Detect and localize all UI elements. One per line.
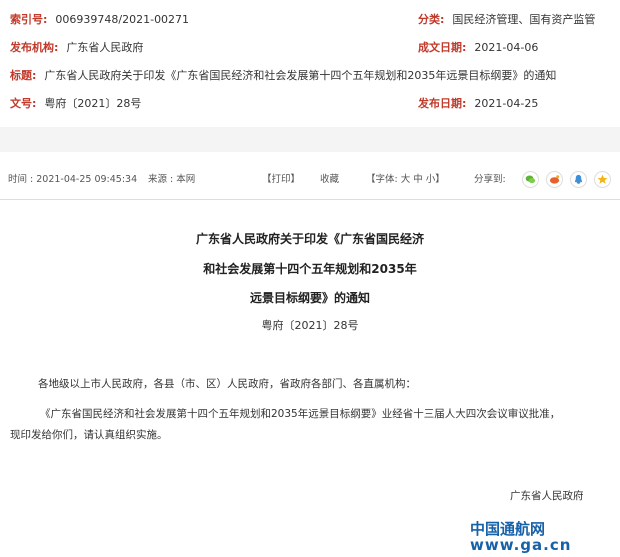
meta-created-label: 成文日期:: [418, 41, 467, 54]
meta-title-row: 标题: 广东省人民政府关于印发《广东省国民经济和社会发展第十四个五年规划和2035…: [10, 66, 556, 86]
meta-created-row: 成文日期: 2021-04-06: [418, 38, 538, 58]
watermark-logo: 中国通航网 www.ga.cn: [470, 518, 618, 556]
favorite-star-icon[interactable]: [594, 171, 611, 188]
meta-published-row: 发布日期: 2021-04-25: [418, 94, 538, 114]
body-paragraph-line-2: 现印发给你们，请认真组织实施。: [10, 429, 168, 441]
article-title-line-3: 远景目标纲要》的通知: [249, 291, 370, 305]
document-number: 粤府〔2021〕28号: [261, 319, 359, 332]
meta-issuer-value: 广东省人民政府: [66, 41, 144, 54]
meta-docno-value: 粤府〔2021〕28号: [44, 97, 142, 110]
meta-published-value: 2021-04-25: [474, 97, 539, 110]
meta-published-label: 发布日期:: [418, 97, 467, 110]
share-label: 分享到:: [474, 174, 506, 185]
meta-title-label: 标题:: [10, 69, 37, 82]
meta-issuer-label: 发布机构:: [10, 41, 59, 54]
article-title-line-2: 和社会发展第十四个五年规划和2035年: [203, 262, 417, 276]
meta-created-value: 2021-04-06: [474, 41, 539, 54]
divider: [0, 199, 620, 200]
favorite-link[interactable]: 收藏: [320, 168, 339, 192]
qq-zone-icon[interactable]: [570, 171, 587, 188]
meta-category-label: 分类:: [418, 13, 445, 26]
print-link[interactable]: 【打印】: [262, 168, 300, 192]
source-text: 来源 : 本网: [148, 174, 196, 185]
signature: 广东省人民政府: [510, 490, 584, 502]
meta-category-row: 分类: 国民经济管理、国有资产监管: [418, 10, 595, 30]
weibo-icon[interactable]: [546, 171, 563, 188]
body-paragraph-line-1: 《广东省国民经济和社会发展第十四个五年规划和2035年远景目标纲要》业经省十三届…: [40, 408, 561, 420]
watermark-url: www.ga.cn: [470, 536, 572, 554]
meta-docno-label: 文号:: [10, 97, 37, 110]
article-title-line-1: 广东省人民政府关于印发《广东省国民经济: [195, 232, 424, 246]
wechat-icon[interactable]: [522, 171, 539, 188]
meta-index-row: 索引号: 006939748/2021-00271: [10, 10, 189, 30]
font-size-selector[interactable]: 【字体: 大 中 小】: [366, 168, 445, 192]
publish-time: 时间 : 2021-04-25 09:45:34: [8, 174, 138, 185]
article-panel: 时间 : 2021-04-25 09:45:34 来源 : 本网 【打印】 收藏…: [0, 152, 620, 557]
meta-docno-row: 文号: 粤府〔2021〕28号: [10, 94, 141, 114]
meta-title-value: 广东省人民政府关于印发《广东省国民经济和社会发展第十四个五年规划和2035年远景…: [44, 69, 557, 82]
meta-index-value: 006939748/2021-00271: [55, 13, 190, 26]
section-gap: [0, 127, 620, 152]
document-metadata: 索引号: 006939748/2021-00271 分类: 国民经济管理、国有资产监…: [0, 0, 620, 127]
article-info-bar: 时间 : 2021-04-25 09:45:34 来源 : 本网 【打印】 收藏…: [8, 168, 612, 192]
salutation: 各地级以上市人民政府，各县（市、区）人民政府，省政府各部门、各直属机构：: [38, 378, 416, 390]
meta-index-label: 索引号:: [10, 13, 48, 26]
meta-category-value: 国民经济管理、国有资产监管: [452, 13, 596, 26]
meta-issuer-row: 发布机构: 广东省人民政府: [10, 38, 143, 58]
